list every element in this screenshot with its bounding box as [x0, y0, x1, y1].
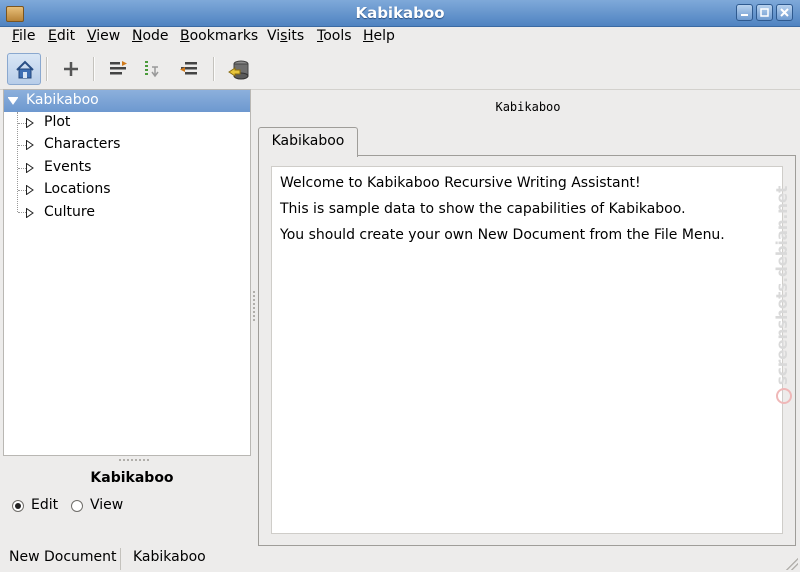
status-separator: [120, 548, 121, 570]
editor-line: You should create your own New Document …: [280, 227, 725, 243]
add-node-button[interactable]: [54, 53, 88, 85]
outdent-icon: [180, 62, 197, 75]
maximize-icon: [760, 8, 769, 17]
toolbar: [0, 49, 800, 90]
tab-kabikaboo[interactable]: Kabikaboo: [258, 127, 358, 157]
menu-view[interactable]: View: [87, 28, 120, 44]
node-path-label: Kabikaboo: [495, 100, 561, 114]
radio-edit[interactable]: [12, 500, 24, 512]
node-tree[interactable]: Kabikaboo Plot Characters Events Locatio…: [3, 89, 251, 456]
vertical-pane-handle[interactable]: [252, 290, 256, 322]
minimize-button[interactable]: [736, 4, 753, 21]
menu-help[interactable]: Help: [363, 28, 395, 44]
editor-line: This is sample data to show the capabili…: [280, 201, 686, 217]
menu-file[interactable]: File: [12, 28, 35, 44]
node-name-label: Kabikaboo: [90, 470, 174, 486]
expand-icon[interactable]: [26, 163, 34, 173]
minimize-icon: [741, 14, 748, 16]
expand-icon[interactable]: [26, 118, 34, 128]
resize-grip[interactable]: [786, 558, 798, 570]
add-icon: [64, 62, 78, 76]
tree-node-characters[interactable]: Characters: [4, 134, 250, 156]
home-icon: [16, 60, 34, 79]
edit-mode-radio[interactable]: Edit: [12, 497, 72, 517]
home-button[interactable]: [7, 53, 41, 85]
horizontal-pane-handle[interactable]: [118, 458, 150, 462]
expand-icon[interactable]: [26, 185, 34, 195]
toolbar-separator: [93, 57, 95, 81]
toolbar-separator: [213, 57, 215, 81]
watermark: screenshots.debian.net: [773, 170, 795, 410]
menu-tools[interactable]: Tools: [317, 28, 352, 44]
indent-icon: [110, 61, 127, 75]
window-title: Kabikaboo: [355, 4, 445, 22]
status-node: Kabikaboo: [133, 549, 206, 565]
outdent-button[interactable]: [172, 53, 206, 85]
app-window: Kabikaboo File Edit View Node Bookmarks …: [0, 0, 800, 572]
debian-logo-icon: [776, 388, 792, 404]
maximize-button[interactable]: [756, 4, 773, 21]
view-mode-radio[interactable]: View: [71, 497, 131, 517]
menu-node[interactable]: Node: [132, 28, 169, 44]
menu-visits[interactable]: Visits: [267, 28, 304, 44]
tree-node-locations[interactable]: Locations: [4, 179, 250, 201]
collapse-icon[interactable]: [8, 97, 18, 105]
save-button[interactable]: [221, 53, 255, 85]
toolbar-separator: [46, 57, 48, 81]
save-icon: [228, 60, 249, 80]
indent-button[interactable]: [101, 53, 135, 85]
tree-node-plot[interactable]: Plot: [4, 112, 250, 134]
close-button[interactable]: [776, 4, 793, 21]
status-document: New Document: [9, 549, 117, 565]
tree-node-culture[interactable]: Culture: [4, 202, 250, 224]
editor-line: Welcome to Kabikaboo Recursive Writing A…: [280, 175, 641, 191]
tree-node-events[interactable]: Events: [4, 157, 250, 179]
text-editor[interactable]: Welcome to Kabikaboo Recursive Writing A…: [271, 166, 783, 534]
status-bar: New Document Kabikaboo: [0, 546, 800, 572]
title-bar[interactable]: Kabikaboo: [0, 0, 800, 27]
tree-node-root[interactable]: Kabikaboo: [4, 90, 250, 112]
move-down-button[interactable]: [136, 53, 170, 85]
menu-bar: File Edit View Node Bookmarks Visits Too…: [0, 26, 800, 48]
expand-icon[interactable]: [26, 208, 34, 218]
menu-bookmarks[interactable]: Bookmarks: [180, 28, 258, 44]
move-down-icon: [145, 61, 159, 78]
radio-view[interactable]: [71, 500, 83, 512]
menu-edit[interactable]: Edit: [48, 28, 75, 44]
expand-icon[interactable]: [26, 140, 34, 150]
close-icon: [780, 8, 789, 17]
